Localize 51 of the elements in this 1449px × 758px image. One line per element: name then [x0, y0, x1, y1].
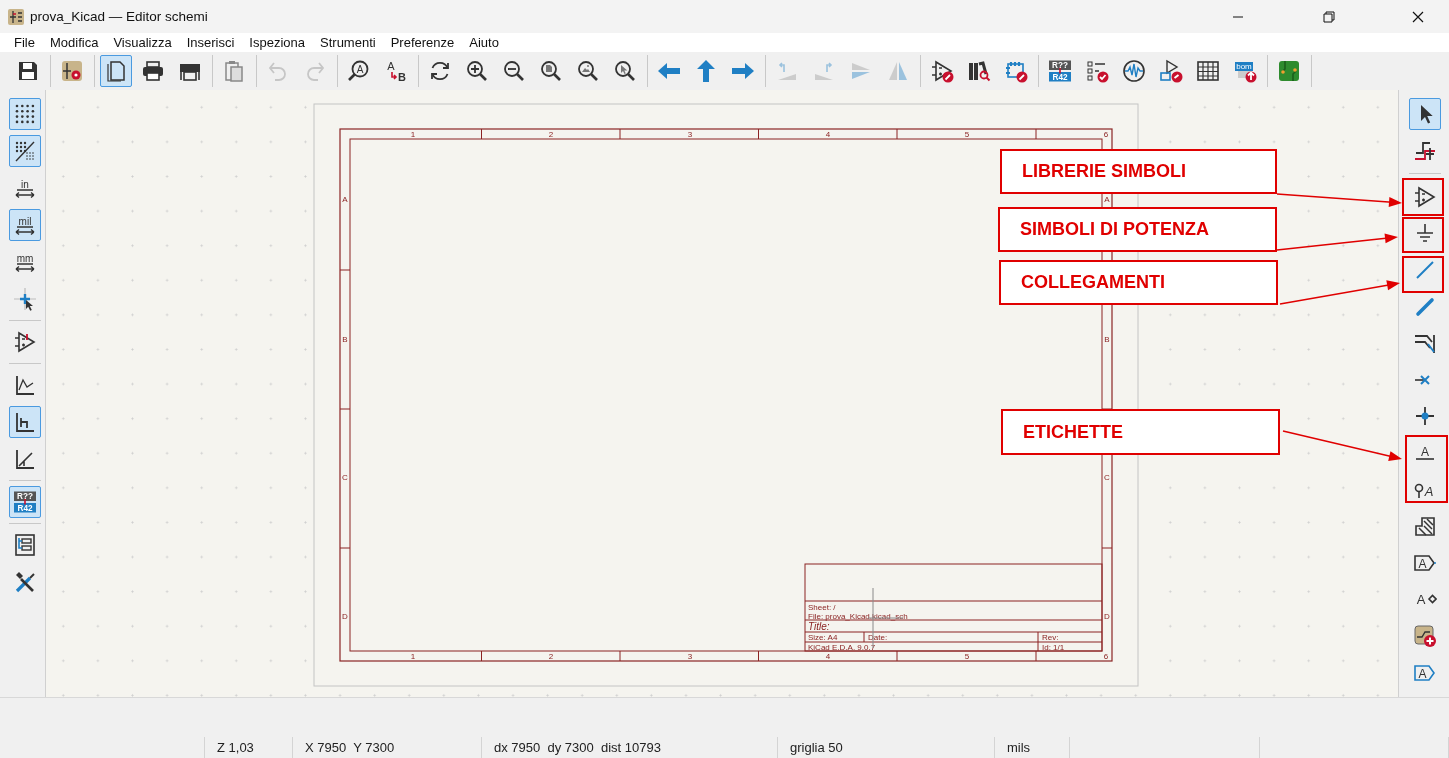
zone-label: B	[1104, 335, 1110, 344]
zone-label: C	[342, 473, 348, 482]
status-field: dx 7950 dy 7300 dist 10793	[494, 740, 661, 755]
status-field: griglia 50	[790, 740, 843, 755]
zone-label: 2	[548, 652, 554, 662]
status-field: X 7950 Y 7300	[305, 740, 395, 755]
zone-label: B	[342, 335, 348, 344]
sheet-name: Sheet: /	[808, 602, 836, 612]
zone-label: D	[1104, 612, 1110, 621]
menu-item[interactable]: Modifica	[49, 35, 99, 50]
menu-item[interactable]: Inserisci	[186, 35, 235, 50]
callout-label: SIMBOLI DI POTENZA	[998, 207, 1277, 252]
zone-label: D	[342, 612, 348, 621]
zone-label: 6	[1103, 130, 1109, 140]
highlight-frame	[1402, 256, 1444, 293]
zone-label: 6	[1103, 652, 1109, 662]
zone-label: 2	[548, 130, 554, 140]
id-field: Id: 1/1	[1042, 642, 1065, 652]
generator-text: KiCad E.D.A. 9.0.7	[808, 642, 876, 652]
app-icon	[8, 8, 24, 25]
menu-item[interactable]: Aiuto	[469, 35, 499, 50]
zone-label: 3	[687, 130, 693, 140]
zone-label: 5	[964, 652, 970, 662]
zone-label: 1	[410, 652, 416, 662]
zone-label: 5	[964, 130, 970, 140]
callout-label: COLLEGAMENTI	[999, 260, 1278, 305]
zone-label: A	[1104, 195, 1110, 204]
status-field: mils	[1007, 740, 1031, 755]
rev-field: Rev:	[1042, 633, 1059, 643]
highlight-frame	[1405, 435, 1448, 503]
date-field: Date:	[868, 633, 888, 643]
menu-item[interactable]: Visualizza	[113, 35, 172, 50]
file-name: File: prova_Kicad.kicad_sch	[808, 611, 908, 621]
zone-label: 4	[825, 130, 831, 140]
callout-label: LIBRERIE SIMBOLI	[1000, 149, 1277, 194]
status-field: Z 1,03	[217, 740, 254, 755]
zone-label: 4	[825, 652, 831, 662]
zone-label: 1	[410, 130, 416, 140]
zone-label: 3	[687, 652, 693, 662]
callout-label: ETICHETTE	[1001, 409, 1280, 455]
title-field: Title:	[808, 621, 830, 632]
size-field: Size: A4	[808, 633, 838, 643]
menu-item[interactable]: Preferenze	[390, 35, 455, 50]
menu-item[interactable]: File	[14, 35, 35, 50]
menu-item[interactable]: Strumenti	[320, 35, 376, 50]
zone-label: C	[1104, 473, 1110, 482]
zone-label: A	[342, 195, 348, 204]
menu-item[interactable]: Ispeziona	[249, 35, 305, 50]
highlight-frame	[1402, 178, 1444, 216]
highlight-frame	[1402, 217, 1444, 253]
window-title: prova_Kicad — Editor schemi	[30, 9, 208, 24]
